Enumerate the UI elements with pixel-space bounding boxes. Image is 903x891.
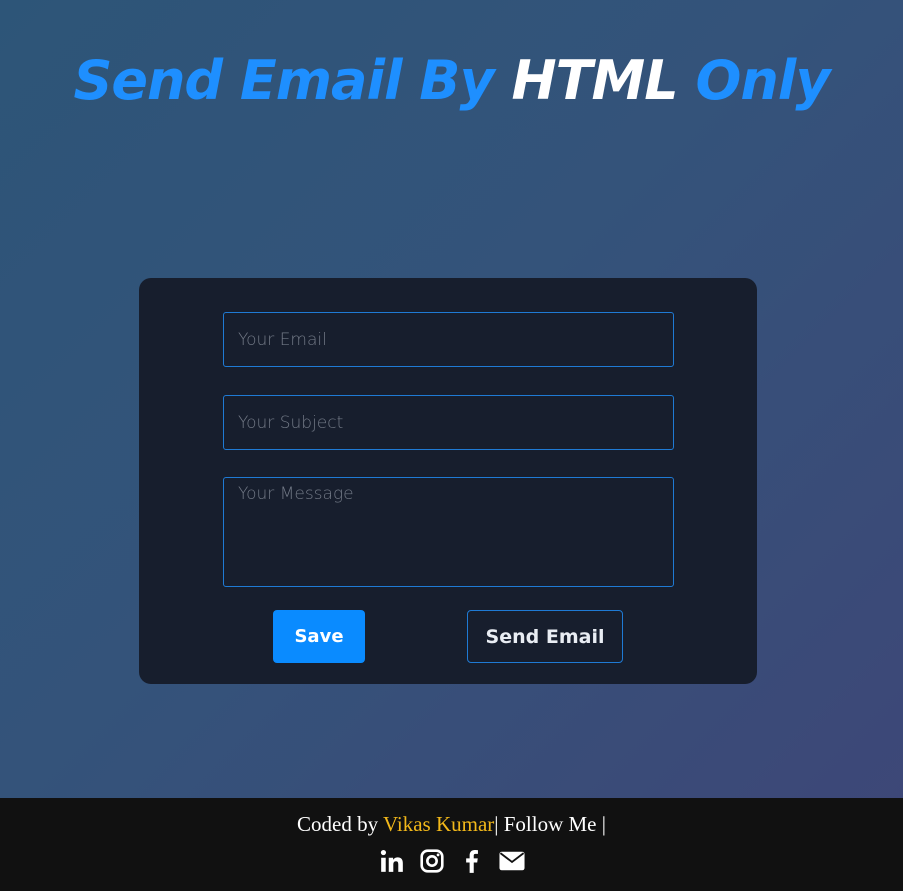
email-field[interactable] [223, 312, 674, 367]
save-button[interactable]: Save [273, 610, 365, 663]
linkedin-icon[interactable] [379, 848, 405, 874]
page-title: Send Email By HTML Only [0, 48, 903, 114]
facebook-icon[interactable] [459, 848, 485, 874]
envelope-icon[interactable] [498, 848, 525, 874]
send-email-button[interactable]: Send Email [467, 610, 623, 663]
coded-by-text: Coded by [297, 812, 383, 836]
follow-me-text: | Follow Me | [494, 812, 606, 836]
title-part-1: Send Email By [73, 49, 512, 112]
footer: Coded by Vikas Kumar| Follow Me | [0, 798, 903, 891]
footer-credit: Coded by Vikas Kumar| Follow Me | [0, 812, 903, 837]
message-field[interactable] [223, 477, 674, 587]
email-form-card: Save Send Email [139, 278, 757, 684]
title-part-2: Only [677, 49, 830, 112]
title-highlight: HTML [511, 49, 678, 112]
instagram-icon[interactable] [419, 848, 445, 874]
subject-field[interactable] [223, 395, 674, 450]
social-icons [0, 848, 903, 874]
author-link[interactable]: Vikas Kumar [383, 812, 494, 836]
